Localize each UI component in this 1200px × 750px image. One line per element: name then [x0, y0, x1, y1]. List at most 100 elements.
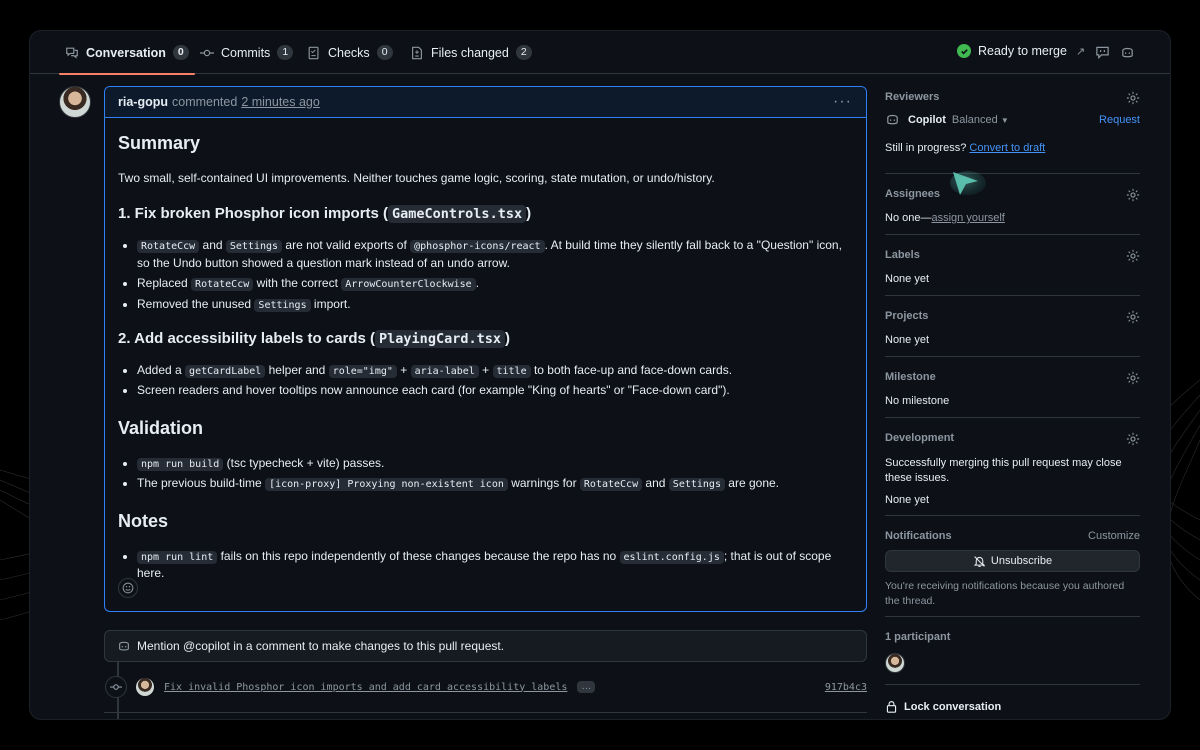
gear-icon[interactable]	[1126, 432, 1140, 446]
tab-checks[interactable]: Checks 0	[307, 31, 393, 74]
projects-title: Projects	[885, 310, 929, 322]
comment-verb: commented	[172, 95, 238, 109]
tab-label: Checks	[328, 45, 370, 60]
comment-author[interactable]: ria-gopu	[118, 95, 168, 109]
reviewers-section: Reviewers Copilot Balanced ▼ Request Sti…	[885, 91, 1140, 154]
triangle-down-icon: ▼	[1000, 115, 1009, 125]
list-item: Added a getCardLabel helper and role="im…	[137, 362, 853, 380]
tab-count: 1	[277, 45, 294, 60]
review-mode-dropdown[interactable]: Balanced ▼	[952, 114, 1009, 126]
list-item: Replaced RotateCcw with the correct Arro…	[137, 275, 853, 293]
convert-to-draft-link[interactable]: Convert to draft	[969, 142, 1045, 154]
notes-heading: Notes	[118, 510, 169, 531]
section-2-list: Added a getCardLabel helper and role="im…	[118, 362, 853, 400]
unsubscribe-button[interactable]: Unsubscribe	[885, 550, 1140, 572]
labels-value: None yet	[885, 273, 930, 285]
comment-card: ria-gopu commented 2 minutes ago ··· Sum…	[104, 86, 867, 612]
list-item: npm run build (tsc typecheck + vite) pas…	[137, 455, 853, 473]
milestone-value: No milestone	[885, 395, 950, 407]
assignees-title: Assignees	[885, 188, 941, 200]
gear-icon[interactable]	[1126, 188, 1140, 202]
validation-list: npm run build (tsc typecheck + vite) pas…	[118, 455, 853, 493]
copilot-icon[interactable]	[1120, 45, 1135, 60]
file-diff-icon	[412, 46, 422, 59]
pull-request-window: Conversation 0 Commits 1 Checks 0 Files …	[29, 30, 1171, 720]
divider	[885, 234, 1140, 235]
commit-sha-link[interactable]: 917b4c3	[825, 682, 867, 693]
divider	[885, 417, 1140, 418]
milestone-title: Milestone	[885, 371, 936, 383]
divider	[885, 515, 1140, 516]
draft-hint: Still in progress? Convert to draft	[885, 142, 1046, 154]
summary-heading: Summary	[118, 133, 201, 153]
avatar[interactable]	[136, 678, 154, 696]
development-title: Development	[885, 432, 955, 444]
smiley-icon	[122, 582, 134, 594]
comment-icon[interactable]	[1095, 45, 1110, 60]
gear-icon[interactable]	[1126, 371, 1140, 385]
expand-commit-button[interactable]: …	[577, 681, 596, 693]
projects-section: Projects None yet	[885, 310, 1140, 346]
add-reaction-button[interactable]	[118, 578, 138, 598]
arrow-up-right-icon: ↗	[1075, 45, 1086, 58]
copilot-icon	[119, 641, 129, 651]
reviewer-name[interactable]: Copilot	[908, 114, 946, 126]
assign-yourself-link[interactable]: assign yourself	[931, 212, 1004, 224]
tab-label: Conversation	[86, 45, 166, 60]
commit-row: Fix invalid Phosphor icon imports and ad…	[105, 676, 867, 698]
development-desc: Successfully merging this pull request m…	[885, 457, 1122, 484]
git-commit-icon	[105, 676, 127, 698]
divider	[885, 295, 1140, 296]
development-section: Development Successfully merging this pu…	[885, 432, 1140, 506]
merge-status-label: Ready to merge	[978, 44, 1067, 58]
gear-icon[interactable]	[1126, 249, 1140, 263]
comment-timestamp[interactable]: 2 minutes ago	[241, 95, 320, 109]
list-item: Removed the unused Settings import.	[137, 296, 853, 314]
divider	[885, 616, 1140, 617]
tab-files-changed[interactable]: Files changed 2	[410, 31, 532, 74]
request-review-button[interactable]: Request	[1099, 114, 1140, 126]
merge-status[interactable]: Ready to merge ↗	[957, 44, 1085, 58]
mention-text: Mention @copilot in a comment to make ch…	[137, 639, 505, 653]
tab-commits[interactable]: Commits 1	[200, 31, 294, 74]
kebab-horizontal-icon[interactable]: ···	[833, 93, 852, 111]
section-1-heading: 1. Fix broken Phosphor icon imports (Gam…	[118, 205, 532, 224]
notes-list: npm run lint fails on this repo independ…	[118, 548, 853, 583]
tab-count: 0	[376, 45, 393, 60]
projects-value: None yet	[885, 334, 930, 346]
comment-body: Summary Two small, self-contained UI imp…	[105, 118, 866, 608]
labels-title: Labels	[885, 249, 920, 261]
pr-tab-bar: Conversation 0 Commits 1 Checks 0 Files …	[30, 31, 1170, 75]
assignees-section: Assignees No one—assign yourself	[885, 188, 1140, 224]
labels-section: Labels None yet	[885, 249, 1140, 285]
section-2-heading: 2. Add accessibility labels to cards (Pl…	[118, 330, 510, 349]
notifications-section: Notifications Customize Unsubscribe You'…	[885, 530, 1140, 608]
check-circle-icon	[957, 44, 971, 58]
git-commit-icon	[200, 49, 214, 56]
avatar[interactable]	[885, 653, 905, 673]
gear-icon[interactable]	[1126, 310, 1140, 324]
list-item: Screen readers and hover tooltips now an…	[137, 382, 853, 399]
divider	[104, 712, 867, 713]
list-item: RotateCcw and Settings are not valid exp…	[137, 237, 853, 272]
checklist-icon	[308, 46, 319, 59]
divider	[885, 684, 1140, 685]
gear-icon[interactable]	[1126, 91, 1140, 105]
tab-conversation[interactable]: Conversation 0	[59, 31, 195, 75]
participants-section: 1 participant	[885, 631, 1140, 673]
reviewer-row: Copilot Balanced ▼ Request	[885, 112, 1140, 127]
mouse-cursor-icon	[950, 171, 986, 195]
copilot-icon	[887, 114, 898, 125]
lock-icon	[886, 701, 897, 713]
reviewers-title: Reviewers	[885, 91, 940, 103]
commit-message-link[interactable]: Fix invalid Phosphor icon imports and ad…	[164, 682, 567, 693]
list-item: npm run lint fails on this repo independ…	[137, 548, 853, 583]
tab-count: 2	[515, 45, 532, 60]
development-value: None yet	[885, 493, 930, 506]
intro-text: Two small, self-contained UI improvement…	[118, 171, 715, 186]
tab-count: 0	[172, 45, 189, 60]
lock-conversation-button[interactable]: Lock conversation	[885, 700, 1140, 713]
avatar[interactable]	[59, 86, 91, 118]
customize-link[interactable]: Customize	[1088, 530, 1140, 542]
comment-discussion-icon	[66, 47, 78, 59]
